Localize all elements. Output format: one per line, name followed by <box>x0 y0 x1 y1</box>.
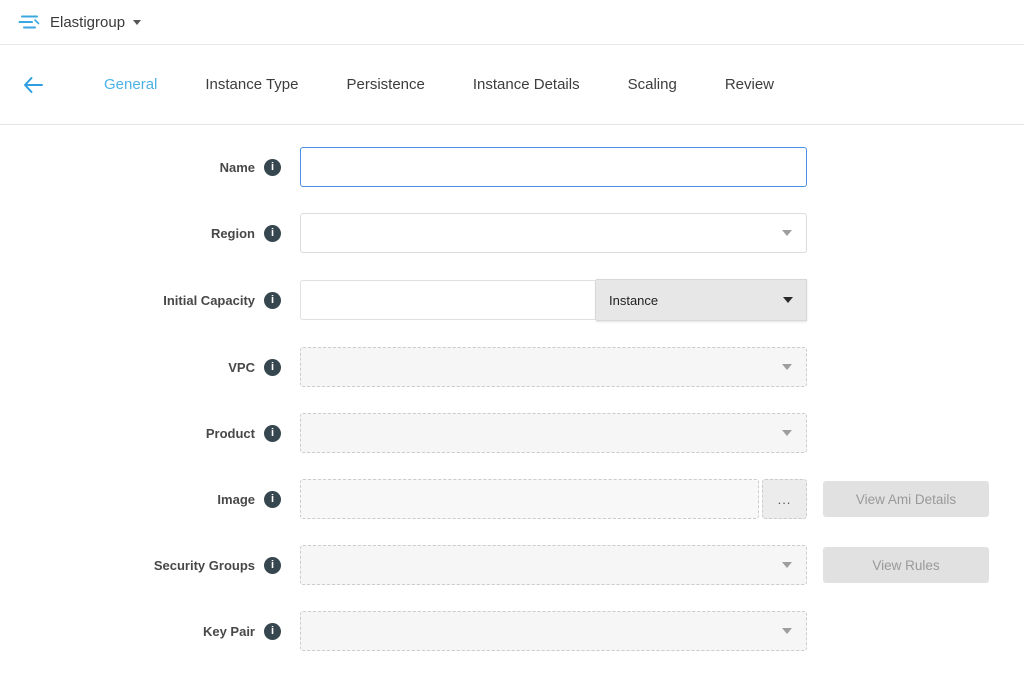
info-icon[interactable] <box>264 359 281 376</box>
info-icon[interactable] <box>264 623 281 640</box>
info-icon[interactable] <box>264 225 281 242</box>
product-label: Product <box>206 426 255 441</box>
tab-instance-type[interactable]: Instance Type <box>181 45 322 125</box>
view-ami-details-button[interactable]: View Ami Details <box>823 481 989 517</box>
chevron-down-icon <box>782 364 792 370</box>
image-input[interactable] <box>300 479 759 519</box>
info-icon[interactable] <box>264 159 281 176</box>
form-row-name: Name <box>0 147 1024 187</box>
form-row-image: Image ... View Ami Details <box>0 479 1024 519</box>
wizard-tab-bar: General Instance Type Persistence Instan… <box>0 45 1024 125</box>
form-row-key-pair: Key Pair <box>0 611 1024 651</box>
image-label: Image <box>217 492 255 507</box>
initial-capacity-label: Initial Capacity <box>163 293 255 308</box>
chevron-down-icon[interactable] <box>133 20 141 25</box>
vpc-select[interactable] <box>300 347 807 387</box>
info-icon[interactable] <box>264 292 281 309</box>
image-browse-button[interactable]: ... <box>762 479 807 519</box>
capacity-unit-select[interactable]: Instance <box>596 279 807 321</box>
region-label: Region <box>211 226 255 241</box>
key-pair-select[interactable] <box>300 611 807 651</box>
form-row-initial-capacity: Initial Capacity Instance <box>0 279 1024 321</box>
back-arrow-icon[interactable] <box>22 76 44 94</box>
form-row-product: Product <box>0 413 1024 453</box>
tabs: General Instance Type Persistence Instan… <box>80 45 798 125</box>
chevron-down-icon <box>783 297 793 303</box>
elastigroup-logo-icon <box>18 14 40 30</box>
brand-name[interactable]: Elastigroup <box>50 14 125 31</box>
name-input[interactable] <box>300 147 807 187</box>
general-form: Name Region Initial Capacity Instanc <box>0 125 1024 651</box>
form-row-security-groups: Security Groups View Rules <box>0 545 1024 585</box>
tab-persistence[interactable]: Persistence <box>323 45 449 125</box>
info-icon[interactable] <box>264 425 281 442</box>
chevron-down-icon <box>782 430 792 436</box>
info-icon[interactable] <box>264 491 281 508</box>
tab-general[interactable]: General <box>80 45 181 125</box>
product-select[interactable] <box>300 413 807 453</box>
tab-review[interactable]: Review <box>701 45 798 125</box>
info-icon[interactable] <box>264 557 281 574</box>
tab-instance-details[interactable]: Instance Details <box>449 45 604 125</box>
key-pair-label: Key Pair <box>203 624 255 639</box>
name-label: Name <box>220 160 255 175</box>
region-select[interactable] <box>300 213 807 253</box>
form-row-region: Region <box>0 213 1024 253</box>
view-rules-button[interactable]: View Rules <box>823 547 989 583</box>
capacity-unit-value: Instance <box>609 293 658 308</box>
initial-capacity-input[interactable] <box>300 280 596 320</box>
security-groups-select[interactable] <box>300 545 807 585</box>
chevron-down-icon <box>782 230 792 236</box>
security-groups-label: Security Groups <box>154 558 255 573</box>
top-bar: Elastigroup <box>0 0 1024 45</box>
form-row-vpc: VPC <box>0 347 1024 387</box>
chevron-down-icon <box>782 628 792 634</box>
vpc-label: VPC <box>228 360 255 375</box>
tab-scaling[interactable]: Scaling <box>604 45 701 125</box>
chevron-down-icon <box>782 562 792 568</box>
